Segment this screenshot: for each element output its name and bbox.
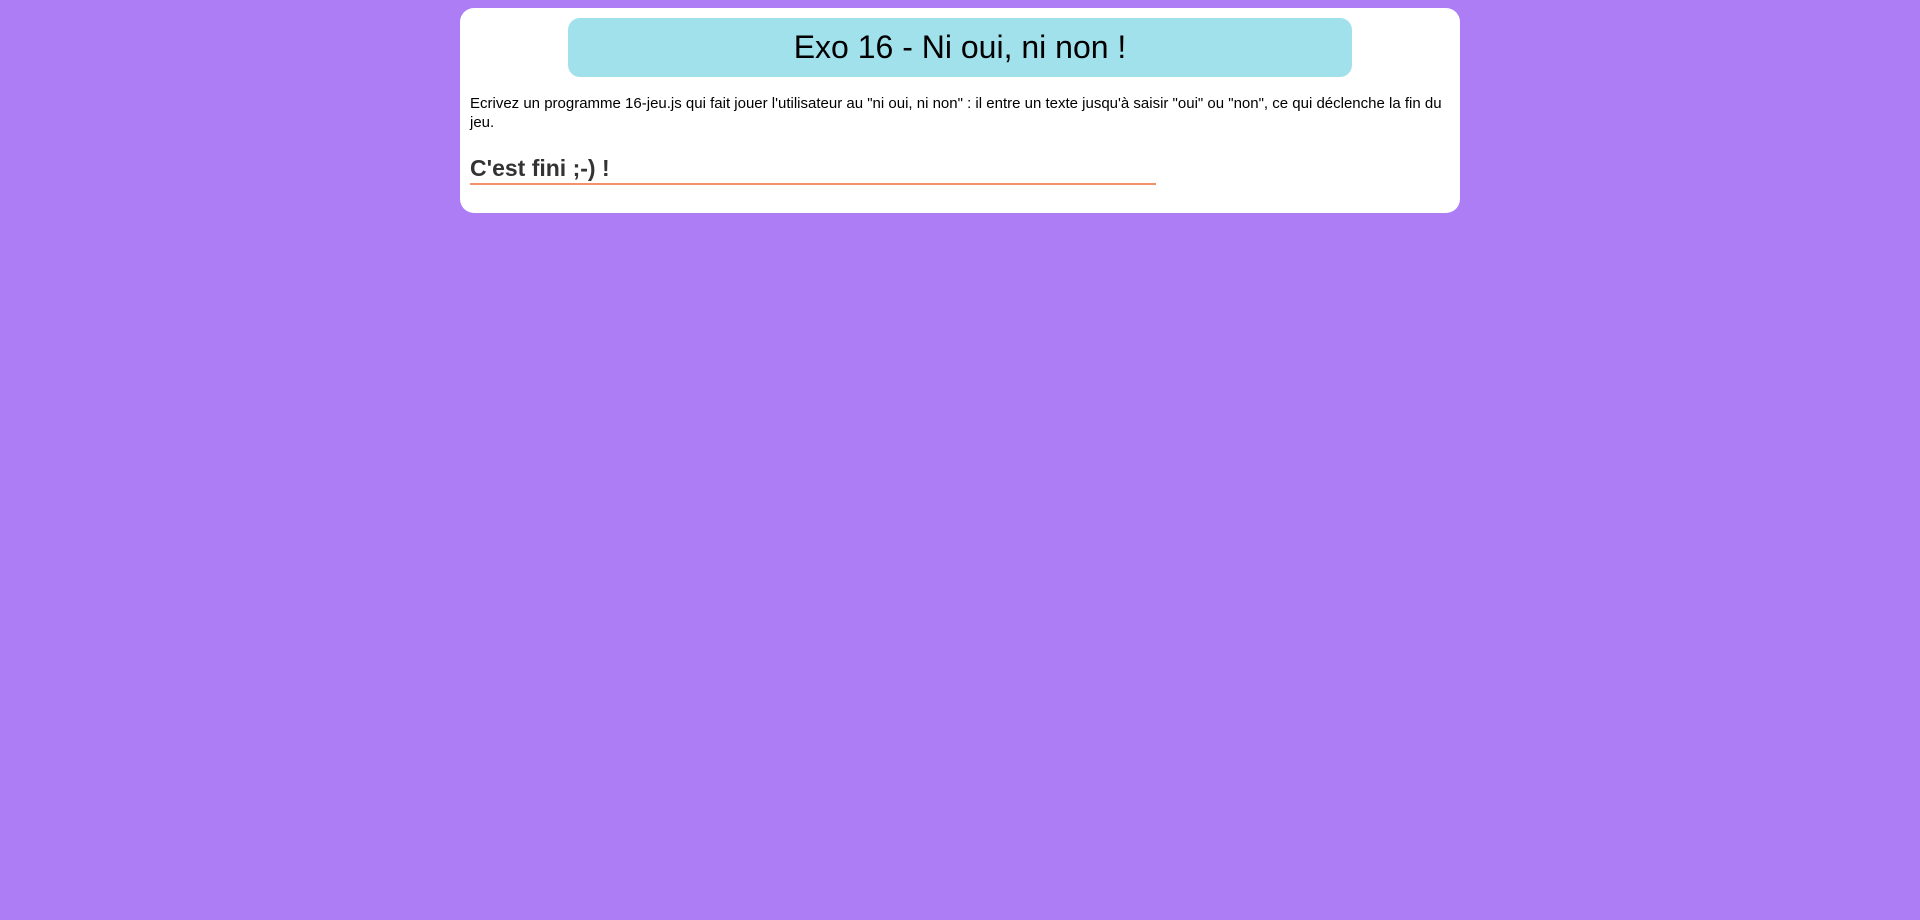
title-banner: Exo 16 - Ni oui, ni non ! xyxy=(568,18,1352,77)
end-message-heading: C'est fini ;-) ! xyxy=(470,153,1156,185)
page-title: Exo 16 - Ni oui, ni non ! xyxy=(793,29,1127,65)
exercise-card: Exo 16 - Ni oui, ni non ! Ecrivez un pro… xyxy=(460,8,1460,213)
instructions-text: Ecrivez un programme 16-jeu.js qui fait … xyxy=(470,95,1442,131)
